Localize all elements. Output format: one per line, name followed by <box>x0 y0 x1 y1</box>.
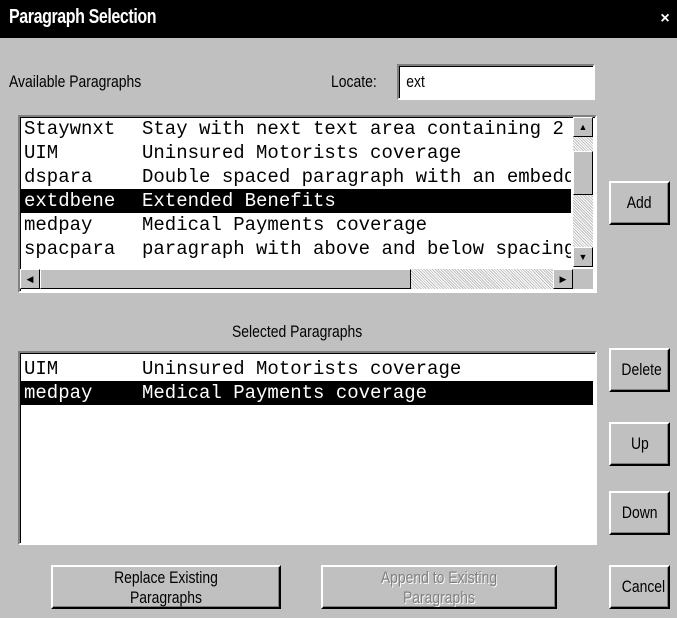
paragraph-description: Medical Payments coverage <box>142 214 428 236</box>
paragraph-selection-dialog: Paragraph Selection × Available Paragrap… <box>0 0 677 618</box>
available-paragraphs-label: Available Paragraphs <box>9 72 142 91</box>
horizontal-scroll-thumb[interactable] <box>40 269 411 289</box>
available-paragraph-row[interactable]: medpay Medical Payments coverage <box>20 213 571 237</box>
close-icon[interactable]: × <box>657 10 673 28</box>
paragraph-code: UIM <box>24 358 59 380</box>
scrollbar-corner <box>573 269 593 289</box>
selected-paragraph-row[interactable]: medpay Medical Payments coverage <box>20 381 593 405</box>
available-paragraph-row[interactable]: extdbene Extended Benefits <box>20 189 571 213</box>
available-paragraph-row[interactable]: dspara Double spaced paragraph with an em… <box>20 165 571 189</box>
locate-field[interactable] <box>397 64 595 100</box>
scroll-right-arrow-icon[interactable]: ▶ <box>553 269 573 289</box>
available-paragraphs-list[interactable]: Staywnxt Stay with next text area contain… <box>18 115 597 293</box>
window-title: Paragraph Selection <box>9 6 157 28</box>
locate-label: Locate: <box>331 72 377 91</box>
available-paragraph-row[interactable]: UIM Uninsured Motorists coverage <box>20 141 571 165</box>
append-to-existing-paragraphs-button: Append to Existing Paragraphs <box>321 565 557 609</box>
available-list-body: Staywnxt Stay with next text area contain… <box>20 117 571 267</box>
paragraph-code: dspara <box>24 166 93 188</box>
paragraph-code: UIM <box>24 142 59 164</box>
available-paragraph-row[interactable]: Staywnxt Stay with next text area contain… <box>20 117 571 141</box>
paragraph-description: Stay with next text area containing 2 <box>142 118 564 140</box>
scroll-down-arrow-icon[interactable]: ▼ <box>573 247 593 267</box>
up-button[interactable]: Up <box>609 422 670 466</box>
paragraph-description: paragraph with above and below spacing <box>142 238 571 260</box>
paragraph-code: spacpara <box>24 238 116 260</box>
scroll-left-arrow-icon[interactable]: ◀ <box>20 269 40 289</box>
selected-paragraphs-list[interactable]: UIM Uninsured Motorists coverage medpay Med… <box>18 351 597 545</box>
cancel-button[interactable]: Cancel <box>609 565 670 609</box>
selected-paragraphs-label: Selected Paragraphs <box>232 322 363 341</box>
replace-existing-paragraphs-button[interactable]: Replace Existing Paragraphs <box>51 565 281 609</box>
down-button[interactable]: Down <box>609 491 670 535</box>
paragraph-description: Extended Benefits <box>142 190 336 212</box>
selected-list-body: UIM Uninsured Motorists coverage medpay Med… <box>20 357 593 541</box>
vertical-scroll-thumb[interactable] <box>573 151 593 195</box>
paragraph-description: Medical Payments coverage <box>142 382 428 404</box>
available-paragraph-row[interactable]: spacpara paragraph with above and below s… <box>20 237 571 261</box>
locate-input[interactable] <box>403 70 559 94</box>
paragraph-code: medpay <box>24 214 93 236</box>
paragraph-description: Double spaced paragraph with an embedd <box>142 166 571 188</box>
title-bar: Paragraph Selection × <box>0 2 677 38</box>
paragraph-code: extdbene <box>24 190 116 212</box>
selected-paragraph-row[interactable]: UIM Uninsured Motorists coverage <box>20 357 593 381</box>
delete-button[interactable]: Delete <box>609 348 670 392</box>
add-button[interactable]: Add <box>609 181 670 225</box>
scroll-up-arrow-icon[interactable]: ▲ <box>573 117 593 137</box>
paragraph-code: medpay <box>24 382 93 404</box>
paragraph-code: Staywnxt <box>24 118 116 140</box>
paragraph-description: Uninsured Motorists coverage <box>142 358 462 380</box>
paragraph-description: Uninsured Motorists coverage <box>142 142 462 164</box>
